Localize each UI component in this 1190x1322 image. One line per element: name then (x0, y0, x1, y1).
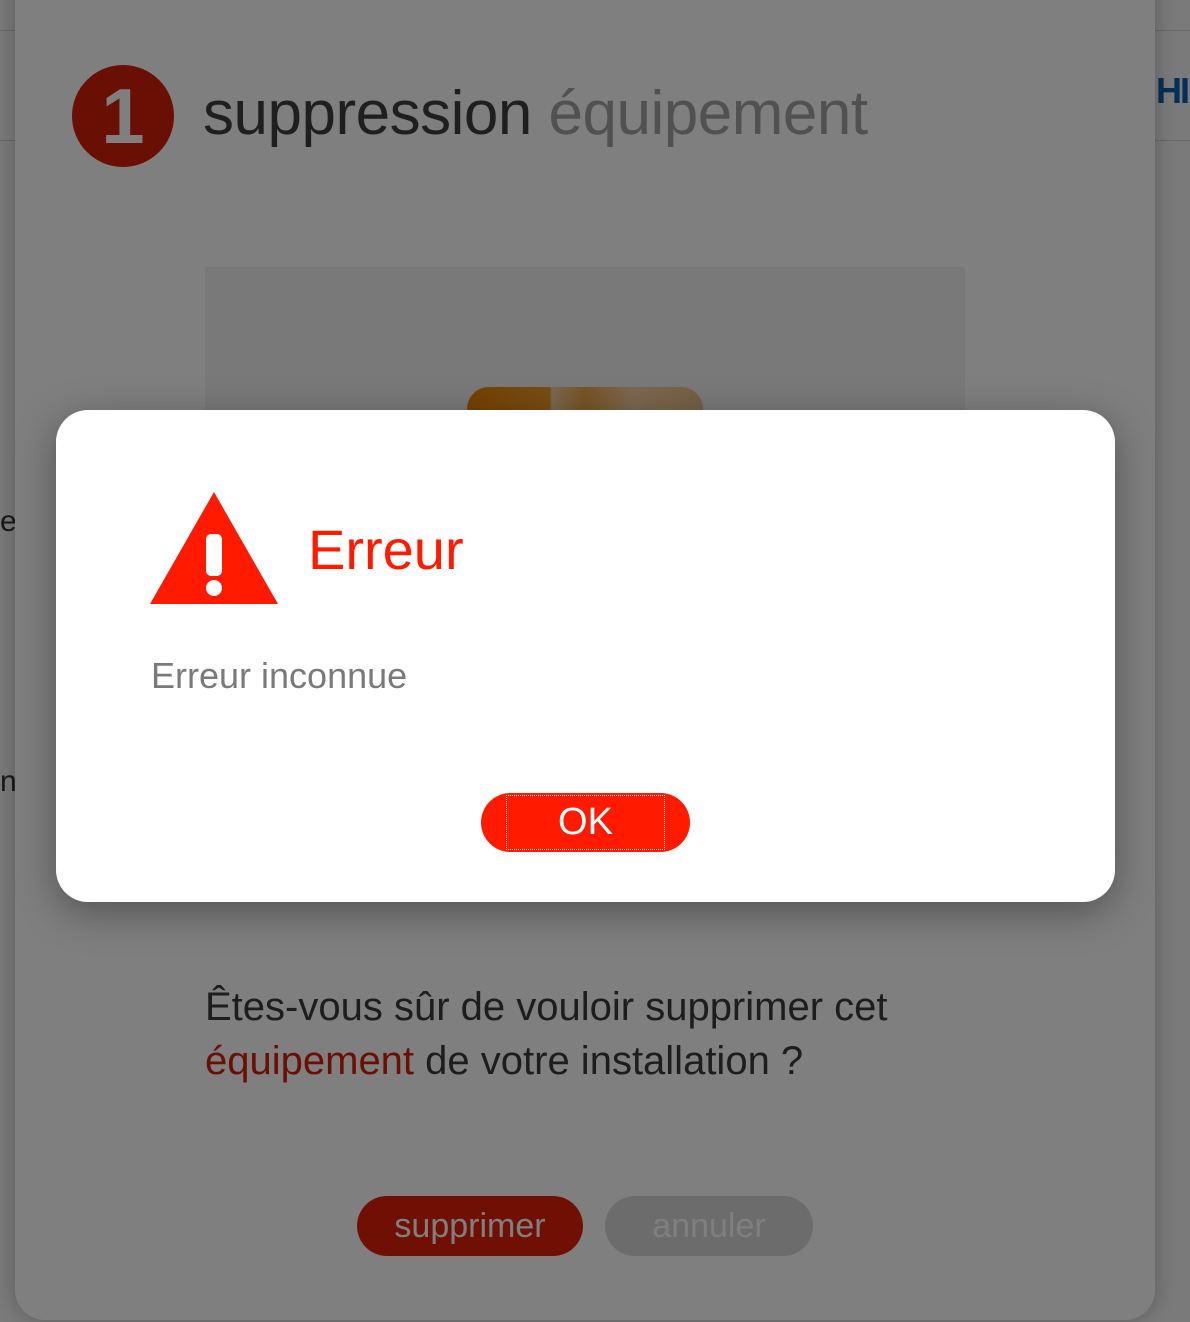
error-alert: Erreur Erreur inconnue OK (56, 410, 1115, 902)
alert-message: Erreur inconnue (151, 655, 408, 696)
warning-icon (150, 492, 278, 604)
ok-button-label: OK (558, 801, 613, 843)
alert-title: Erreur (308, 518, 464, 581)
ok-button[interactable]: OK (481, 793, 690, 852)
